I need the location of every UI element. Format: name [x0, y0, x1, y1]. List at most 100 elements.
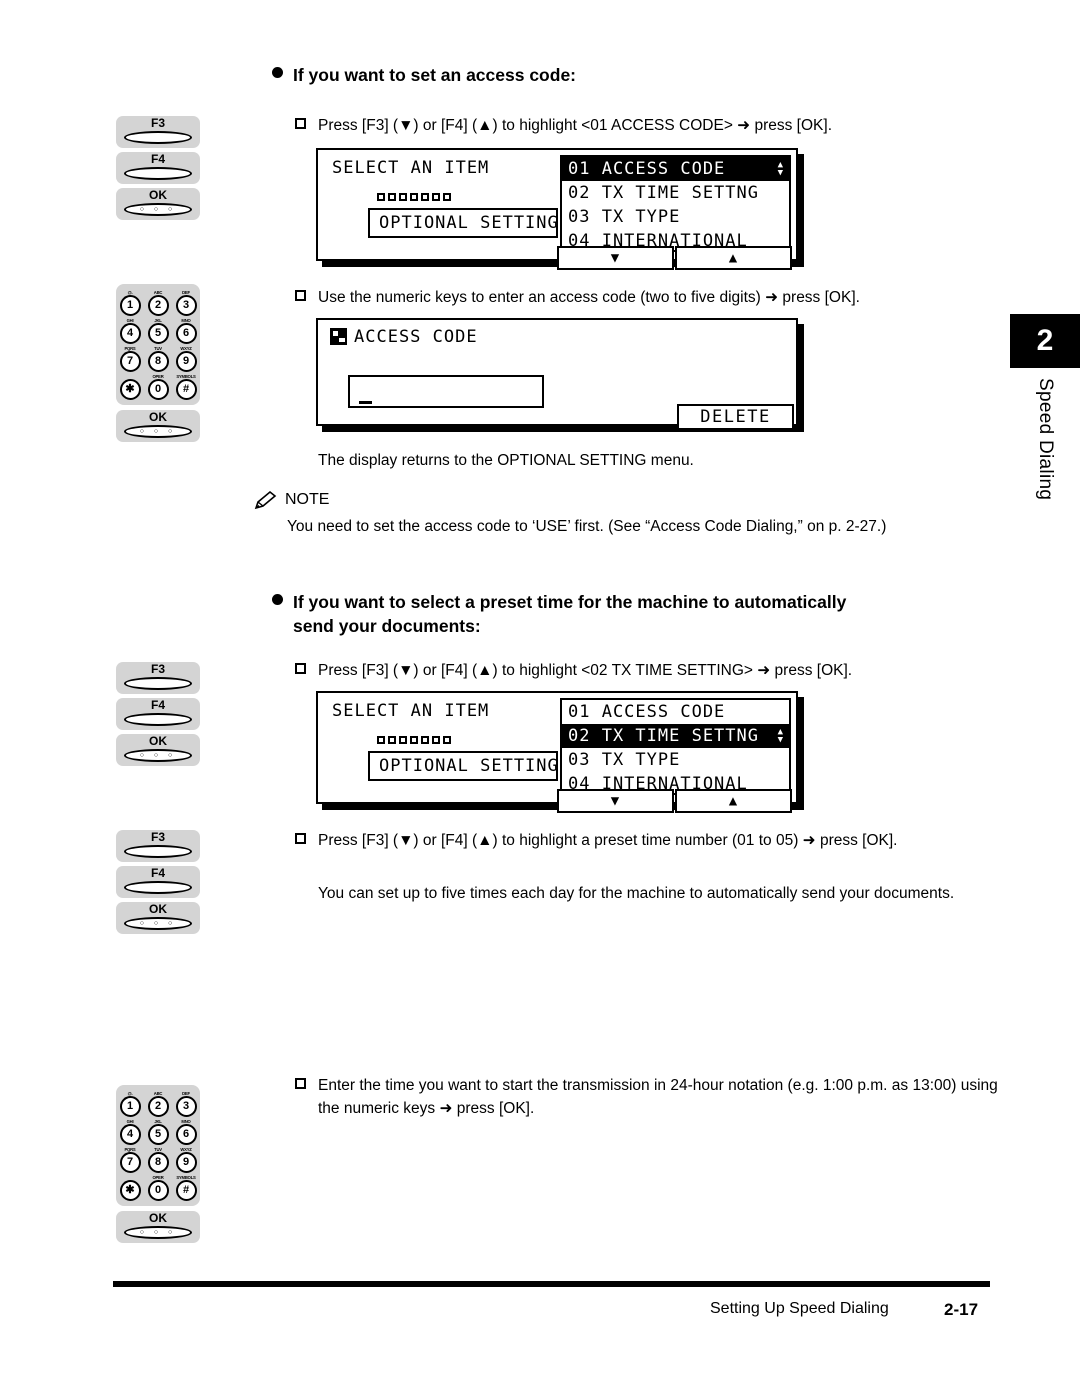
keypad-key-1-num: 1 — [119, 295, 141, 316]
key-f4-3[interactable]: F4 — [116, 866, 200, 898]
lcd-3-menu-list[interactable]: 01 ACCESS CODE 02 TX TIME SETTNG ▲ ▼ 03 T… — [560, 698, 791, 795]
lcd-3-progress-dots-icon — [377, 736, 451, 744]
keypad-2-key-8-sub: TUV — [154, 1147, 162, 1152]
keypad-2-key-hash[interactable]: SYMBOLS # — [174, 1175, 198, 1201]
key-f4-2[interactable]: F4 — [116, 698, 200, 730]
key-f4-lens-icon — [124, 167, 192, 180]
keypad-2-key-2[interactable]: ABC 2 — [146, 1091, 170, 1117]
lcd-3-softkey-up[interactable]: ▲ — [675, 789, 792, 813]
checkbox-icon — [295, 118, 306, 129]
keypad-2-key-7[interactable]: PQRS 7 — [118, 1147, 142, 1173]
lcd-1-menu-list[interactable]: 01 ACCESS CODE ▲ ▼ 02 TX TIME SETTNG 03 T… — [560, 155, 791, 252]
keypad-key-8[interactable]: TUV 8 — [146, 346, 170, 372]
keypad-key-7[interactable]: PQRS 7 — [118, 346, 142, 372]
keypad-2-row-1: GHI 4 JKL 5 MNO 6 — [116, 1117, 200, 1145]
step-2-2-text: Press [F3] (▼) or [F4] (▲) to highlight … — [318, 832, 898, 849]
key-f3-2[interactable]: F3 — [116, 662, 200, 694]
key-f3-2-lens-icon — [124, 677, 192, 690]
lcd-3-menu-item-1-text: 02 TX TIME SETTNG — [568, 726, 759, 746]
step-2-3-text: Enter the time you want to start the tra… — [318, 1077, 998, 1117]
keypad-key-hash-num: # — [175, 379, 197, 400]
numeric-keypad-1[interactable]: @. 1 ABC 2 DEF 3 GHI 4 JKL 5 MNO 6 PQRS … — [116, 284, 200, 405]
key-ok-5-label: OK — [149, 1211, 167, 1225]
keypad-key-8-num: 8 — [147, 351, 169, 372]
key-ok-4[interactable]: OK ○ ○ ○ — [116, 902, 200, 934]
key-f3-3-label: F3 — [150, 830, 165, 844]
key-ok-5[interactable]: OK ○ ○ ○ — [116, 1211, 200, 1243]
step-2-1: Press [F3] (▼) or [F4] (▲) to highlight … — [295, 659, 1005, 682]
keypad-key-5-sub: JKL — [154, 318, 162, 323]
lcd-3-menu-item-1[interactable]: 02 TX TIME SETTNG ▲ ▼ — [562, 724, 789, 748]
keypad-key-5[interactable]: JKL 5 — [146, 318, 170, 344]
keypad-2-key-6[interactable]: MNO 6 — [174, 1119, 198, 1145]
step-1-2: Use the numeric keys to enter an access … — [295, 286, 1005, 309]
keypad-row-0: @. 1 ABC 2 DEF 3 — [116, 288, 200, 316]
keypad-key-6[interactable]: MNO 6 — [174, 318, 198, 344]
keypad-key-6-num: 6 — [175, 323, 197, 344]
keypad-key-3-num: 3 — [175, 295, 197, 316]
access-code-input[interactable] — [348, 375, 544, 408]
key-group-numeric-2: @. 1 ABC 2 DEF 3 GHI 4 JKL 5 MNO 6 PQRS … — [116, 1085, 200, 1247]
lcd-3-menu-item-0-text: 01 ACCESS CODE — [568, 702, 726, 722]
lcd-1-softkey-up[interactable]: ▲ — [675, 246, 792, 270]
keypad-row-1: GHI 4 JKL 5 MNO 6 — [116, 316, 200, 344]
keypad-key-9[interactable]: WXYZ 9 — [174, 346, 198, 372]
key-f3[interactable]: F3 — [116, 116, 200, 148]
keypad-key-4-sub: GHI — [126, 318, 134, 323]
step-2-2: Press [F3] (▼) or [F4] (▲) to highlight … — [295, 829, 995, 852]
bullet-dot-icon — [272, 67, 283, 78]
footer-rule — [113, 1281, 990, 1287]
numeric-keypad-2[interactable]: @. 1 ABC 2 DEF 3 GHI 4 JKL 5 MNO 6 PQRS … — [116, 1085, 200, 1206]
keypad-2-key-0[interactable]: OPER 0 — [146, 1175, 170, 1201]
checkbox-icon — [295, 663, 306, 674]
step-2-2-body: You can set up to five times each day fo… — [318, 885, 955, 902]
lcd-2-delete-button[interactable]: DELETE — [677, 404, 794, 430]
checkbox-icon — [295, 290, 306, 301]
keypad-key-9-sub: WXYZ — [180, 346, 192, 351]
lcd-1-menu-item-2[interactable]: 03 TX TYPE — [562, 205, 789, 229]
lcd-3-softkey-down[interactable]: ▼ — [557, 789, 674, 813]
step-2-3: Enter the time you want to start the tra… — [295, 1074, 1005, 1120]
lcd-3-menu-item-2[interactable]: 03 TX TYPE — [562, 748, 789, 772]
note-header: NOTE — [254, 490, 1004, 510]
keypad-key-3[interactable]: DEF 3 — [174, 290, 198, 316]
keypad-2-row-0: @. 1 ABC 2 DEF 3 — [116, 1089, 200, 1117]
key-f3-3[interactable]: F3 — [116, 830, 200, 862]
step-2-1-text: Press [F3] (▼) or [F4] (▲) to highlight … — [318, 662, 853, 679]
keypad-2-key-3[interactable]: DEF 3 — [174, 1091, 198, 1117]
lcd-1-softkey-down[interactable]: ▼ — [557, 246, 674, 270]
key-f4[interactable]: F4 — [116, 152, 200, 184]
key-ok-2[interactable]: OK ○ ○ ○ — [116, 410, 200, 442]
keypad-key-1[interactable]: @. 1 — [118, 290, 142, 316]
lcd-3-menu-item-0[interactable]: 01 ACCESS CODE — [562, 700, 789, 724]
keypad-key-0[interactable]: OPER 0 — [146, 374, 170, 400]
keypad-key-star[interactable]: ✱ — [118, 374, 142, 400]
key-ok-4-label: OK — [149, 902, 167, 916]
step-1-2-text: Use the numeric keys to enter an access … — [318, 289, 860, 306]
note-label: NOTE — [285, 491, 330, 508]
key-f3-label: F3 — [150, 116, 165, 130]
lcd-1-menu-item-1[interactable]: 02 TX TIME SETTNG — [562, 181, 789, 205]
keypad-2-key-8[interactable]: TUV 8 — [146, 1147, 170, 1173]
keypad-key-4-num: 4 — [119, 323, 141, 344]
lcd-1-progress-dots-icon — [377, 193, 451, 201]
keypad-2-key-4[interactable]: GHI 4 — [118, 1119, 142, 1145]
keypad-2-key-1[interactable]: @. 1 — [118, 1091, 142, 1117]
keypad-2-key-9-sub: WXYZ — [180, 1147, 192, 1152]
keypad-key-hash[interactable]: SYMBOLS # — [174, 374, 198, 400]
keypad-2-key-star[interactable]: ✱ — [118, 1175, 142, 1201]
keypad-key-2[interactable]: ABC 2 — [146, 290, 170, 316]
key-ok-1[interactable]: OK ○ ○ ○ — [116, 188, 200, 220]
keypad-key-4[interactable]: GHI 4 — [118, 318, 142, 344]
section-2-heading-line-1: If you want to select a preset time for … — [293, 592, 847, 612]
key-ok-4-dots-icon: ○ ○ ○ — [139, 920, 177, 927]
chapter-number-tab: 2 — [1010, 314, 1080, 368]
key-f3-3-lens-icon — [124, 845, 192, 858]
footer-page-number: 2-17 — [944, 1300, 979, 1319]
key-f4-3-lens-icon — [124, 881, 192, 894]
keypad-2-key-9[interactable]: WXYZ 9 — [174, 1147, 198, 1173]
key-ok-3[interactable]: OK ○ ○ ○ — [116, 734, 200, 766]
keypad-2-key-5[interactable]: JKL 5 — [146, 1119, 170, 1145]
section-1-after-text: The display returns to the OPTIONAL SETT… — [318, 452, 694, 469]
lcd-1-menu-item-0[interactable]: 01 ACCESS CODE ▲ ▼ — [562, 157, 789, 181]
